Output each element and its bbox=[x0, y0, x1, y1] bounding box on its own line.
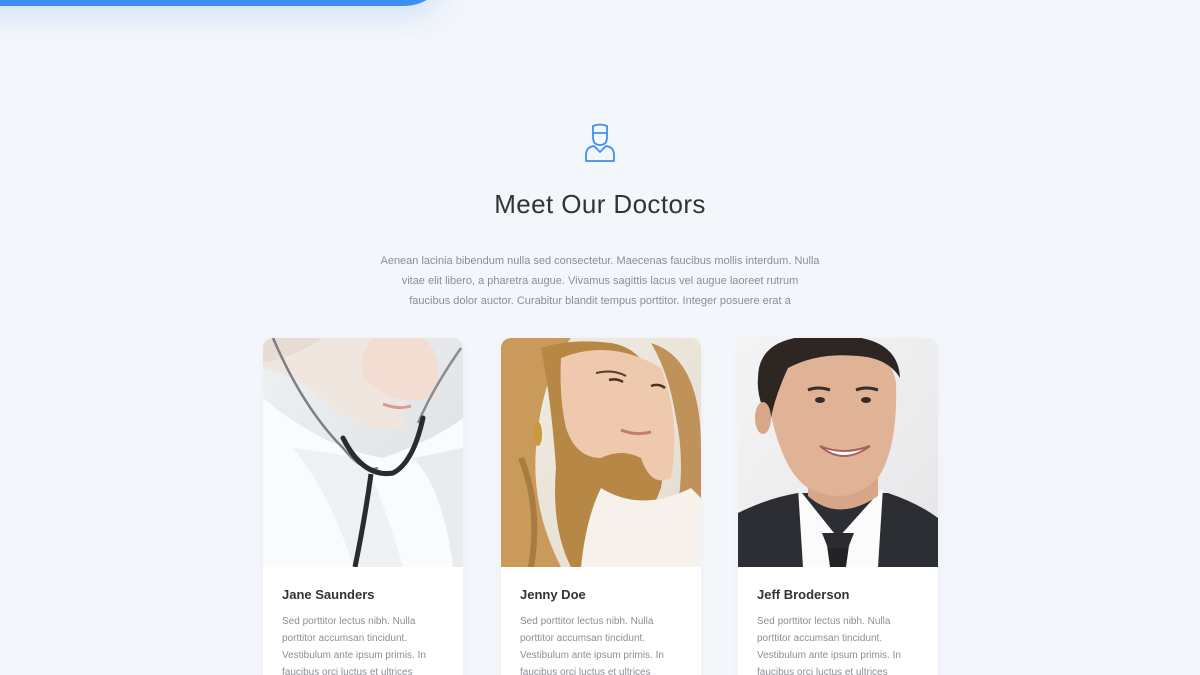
page: Meet Our Doctors Aenean lacinia bibendum… bbox=[0, 0, 1200, 675]
smiling-man-portrait-photo bbox=[738, 338, 938, 567]
doctor-card[interactable]: Jane Saunders Sed porttitor lectus nibh.… bbox=[263, 338, 463, 675]
section-description: Aenean lacinia bibendum nulla sed consec… bbox=[380, 255, 820, 307]
doctor-with-stethoscope-photo bbox=[263, 338, 463, 567]
card-body: Jenny Doe Sed porttitor lectus nibh. Nul… bbox=[501, 567, 701, 675]
doctor-bio: Sed porttitor lectus nibh. Nulla porttit… bbox=[282, 616, 426, 675]
doctor-bio: Sed porttitor lectus nibh. Nulla porttit… bbox=[757, 616, 901, 675]
doctor-bio: Sed porttitor lectus nibh. Nulla porttit… bbox=[520, 616, 664, 675]
top-banner-shape bbox=[0, 0, 450, 6]
doctors-section-header: Meet Our Doctors Aenean lacinia bibendum… bbox=[0, 122, 1200, 311]
section-title: Meet Our Doctors bbox=[494, 189, 706, 219]
doctor-icon bbox=[584, 122, 616, 162]
card-body: Jane Saunders Sed porttitor lectus nibh.… bbox=[263, 567, 463, 675]
doctor-card[interactable]: Jenny Doe Sed porttitor lectus nibh. Nul… bbox=[501, 338, 701, 675]
woman-portrait-photo bbox=[501, 338, 701, 567]
doctor-name[interactable]: Jeff Broderson bbox=[757, 587, 919, 603]
doctor-name[interactable]: Jenny Doe bbox=[520, 587, 682, 603]
card-body: Jeff Broderson Sed porttitor lectus nibh… bbox=[738, 567, 938, 675]
doctor-name[interactable]: Jane Saunders bbox=[282, 587, 444, 603]
doctor-cards: Jane Saunders Sed porttitor lectus nibh.… bbox=[263, 338, 939, 675]
doctor-card[interactable]: Jeff Broderson Sed porttitor lectus nibh… bbox=[738, 338, 938, 675]
